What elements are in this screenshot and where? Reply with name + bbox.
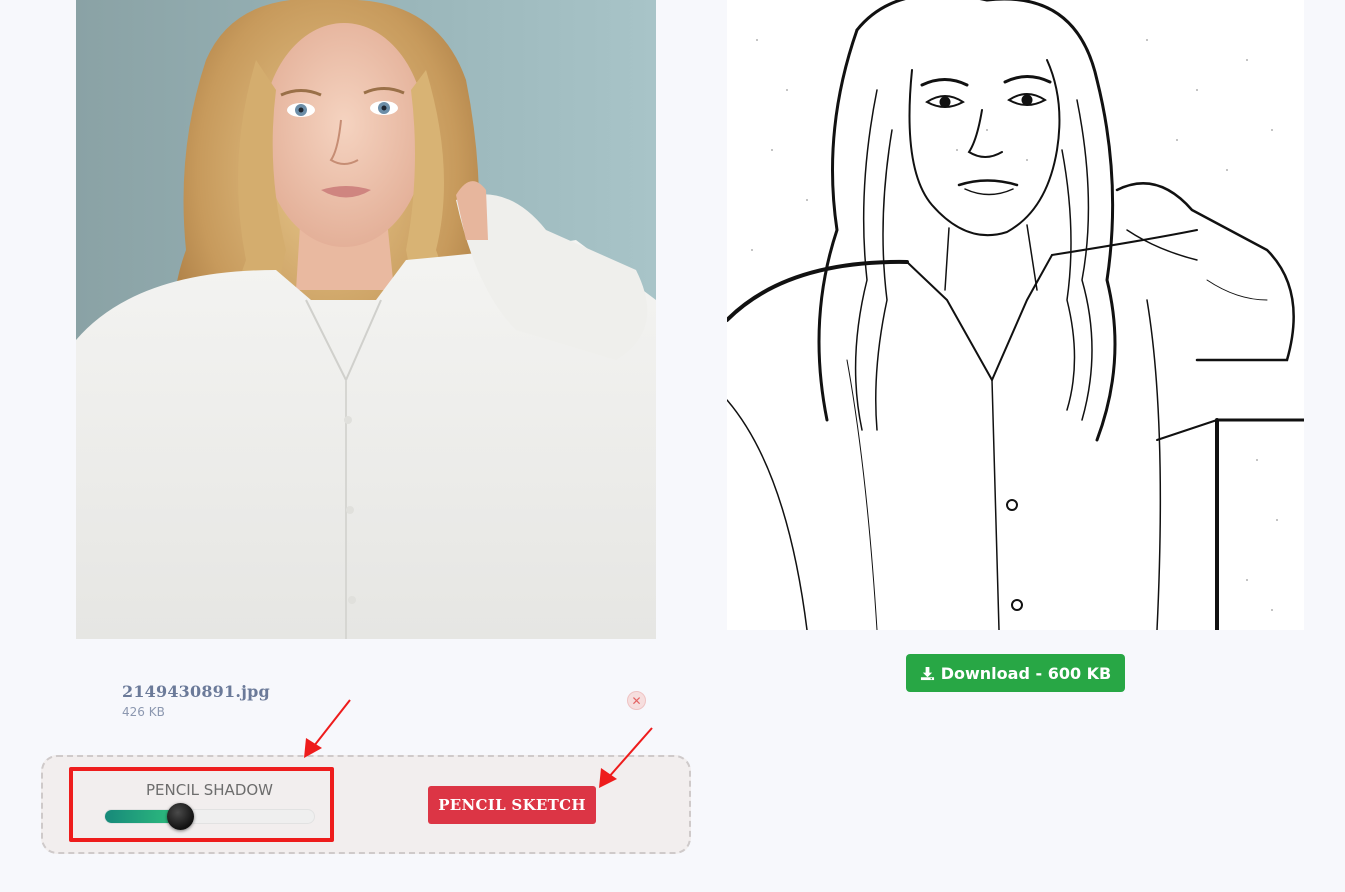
annotation-highlight-box bbox=[69, 767, 334, 842]
pencil-sketch-tool-page: Download - 600 KB 2149430891.jpg 426 KB … bbox=[0, 0, 1345, 892]
download-button[interactable]: Download - 600 KB bbox=[906, 654, 1125, 692]
portrait-photo-image bbox=[76, 0, 656, 639]
download-button-label: Download - 600 KB bbox=[940, 663, 1112, 683]
pencil-sketch-portrait-image bbox=[727, 0, 1304, 630]
file-name: 2149430891.jpg bbox=[122, 682, 270, 701]
pencil-sketch-button[interactable]: PENCIL SKETCH bbox=[428, 786, 596, 824]
file-size: 426 KB bbox=[122, 705, 165, 719]
pencil-shadow-slider[interactable] bbox=[104, 803, 315, 830]
arrow-to-shadow-slider bbox=[304, 699, 351, 758]
sketch-result-preview bbox=[727, 0, 1304, 630]
download-icon bbox=[920, 666, 934, 680]
pencil-shadow-label: PENCIL SHADOW bbox=[145, 781, 274, 799]
original-photo-preview bbox=[76, 0, 656, 639]
remove-file-button[interactable]: ✕ bbox=[627, 691, 646, 710]
close-icon: ✕ bbox=[631, 693, 642, 708]
